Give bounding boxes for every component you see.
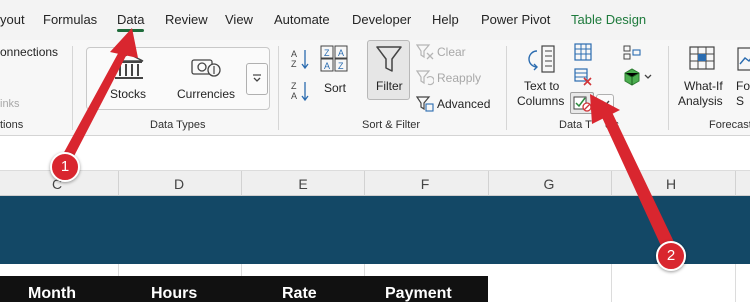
arrow-1-shaft [62,48,128,160]
annotation-arrows [62,28,674,248]
callout-badge-2: 2 [656,241,686,271]
arrow-1-head [110,28,138,58]
arrow-2-shaft [600,108,674,248]
callout-badge-1: 1 [50,152,80,182]
